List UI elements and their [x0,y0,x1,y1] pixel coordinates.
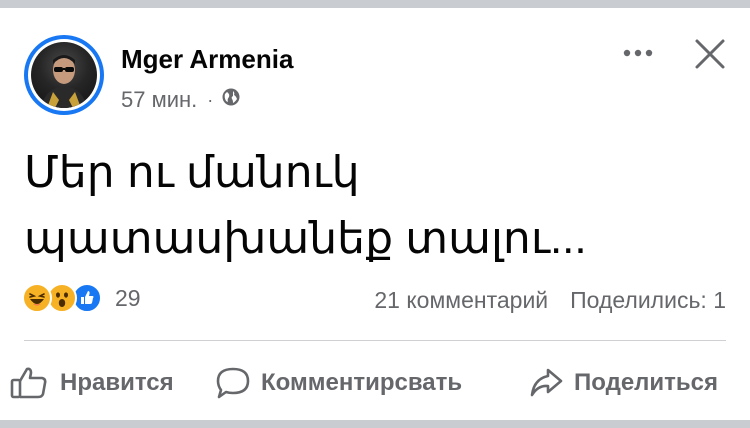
more-options-icon[interactable] [620,42,656,64]
share-button[interactable]: Поделиться [528,366,718,400]
like-label: Нравится [60,369,174,396]
reaction-count: 29 [115,284,141,311]
comment-bubble-icon [216,367,250,399]
haha-reaction-icon [22,283,52,313]
comment-button[interactable]: Комментирсвать [215,366,462,400]
post-stats: 21 комментарий Поделились: 1 [374,287,726,314]
post-meta: 57 мин. · [121,87,241,113]
post-text-line-1: Մեր ու մանուկ [24,148,360,197]
comments-count[interactable]: 21 комментарий [374,287,548,314]
top-strip [0,0,750,8]
reactions-summary[interactable]: 29 [22,283,141,313]
share-label: Поделиться [574,369,719,396]
post-text-line-2: պատասխանեք տալու... [24,214,587,263]
like-button[interactable]: Нравится [10,366,174,400]
divider [24,340,726,341]
meta-separator: · [207,89,214,110]
share-arrow-icon [530,368,563,397]
post-time[interactable]: 57 мин. [121,87,197,113]
author-name[interactable]: Mger Armenia [121,44,293,75]
post-text: Մեր ու մանուկ պատասխանեք տալու... [24,140,724,272]
thumbs-up-icon [10,367,47,399]
author-avatar[interactable] [24,35,104,115]
bottom-strip [0,420,750,428]
close-icon[interactable] [693,37,727,71]
shares-count[interactable]: Поделились: 1 [570,287,726,314]
action-bar: Нравится Комментирсвать Поделиться [0,358,750,408]
avatar-photo [31,42,97,108]
globe-icon [221,87,241,113]
comment-label: Комментирсвать [261,369,463,396]
